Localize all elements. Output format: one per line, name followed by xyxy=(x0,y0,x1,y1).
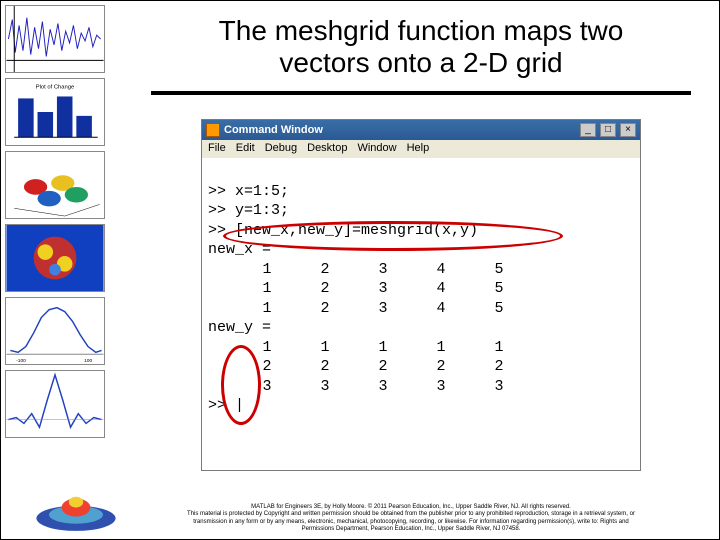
svg-text:-100: -100 xyxy=(16,358,26,364)
newy-label: new_y = xyxy=(208,319,271,336)
menu-edit[interactable]: Edit xyxy=(236,142,255,156)
title-underline xyxy=(151,91,691,95)
matlab-command-window: Command Window _ □ × File Edit Debug Des… xyxy=(201,119,641,471)
window-titlebar: Command Window _ □ × xyxy=(202,120,640,140)
cell: 3 xyxy=(354,377,412,397)
cell: 4 xyxy=(412,260,470,280)
copyright-footer: MATLAB for Engineers 3E, by Holly Moore.… xyxy=(131,504,691,533)
thumb-sinc-plot xyxy=(5,370,105,438)
footer-line-1: MATLAB for Engineers 3E, by Holly Moore.… xyxy=(131,504,691,511)
cell: 4 xyxy=(412,299,470,319)
menu-file[interactable]: File xyxy=(208,142,226,156)
thumb-3d-sombrero xyxy=(31,480,121,535)
cell: 2 xyxy=(354,357,412,377)
newy-matrix: 11111 22222 33333 xyxy=(238,338,634,397)
cell: 3 xyxy=(354,299,412,319)
cell: 5 xyxy=(470,299,528,319)
slide: Plot of Change xyxy=(0,0,720,540)
sidebar-thumbnails: Plot of Change xyxy=(5,5,115,438)
cell: 3 xyxy=(470,377,528,397)
cell: 1 xyxy=(238,260,296,280)
window-menubar: File Edit Debug Desktop Window Help xyxy=(202,140,640,158)
close-button[interactable]: × xyxy=(620,123,636,137)
menu-help[interactable]: Help xyxy=(407,142,430,156)
console-area[interactable]: >> x=1:5; >> y=1:3; >> [new_x,new_y]=mes… xyxy=(202,158,640,470)
thumb-line-plot: -100 100 xyxy=(5,297,105,365)
title-line-1: The meshgrid function maps two xyxy=(219,15,624,46)
slide-title: The meshgrid function maps two vectors o… xyxy=(141,15,701,79)
cell: 3 xyxy=(296,377,354,397)
cell: 2 xyxy=(412,357,470,377)
prompt: >> | xyxy=(208,397,244,414)
code-line-3: >> [new_x,new_y]=meshgrid(x,y) xyxy=(208,222,478,239)
cell: 3 xyxy=(354,279,412,299)
code-line-1: >> x=1:5; xyxy=(208,183,289,200)
cell: 1 xyxy=(238,279,296,299)
cell: 2 xyxy=(296,357,354,377)
title-line-2: vectors onto a 2-D grid xyxy=(279,47,562,78)
cell: 1 xyxy=(238,338,296,358)
matlab-icon xyxy=(206,123,220,137)
cell: 2 xyxy=(470,357,528,377)
menu-window[interactable]: Window xyxy=(357,142,396,156)
cell: 2 xyxy=(296,299,354,319)
cell: 3 xyxy=(238,377,296,397)
minimize-button[interactable]: _ xyxy=(580,123,596,137)
cell: 3 xyxy=(354,260,412,280)
thumb-bar-chart: Plot of Change xyxy=(5,78,105,146)
menu-debug[interactable]: Debug xyxy=(265,142,297,156)
cell: 5 xyxy=(470,260,528,280)
thumb-surface-plot xyxy=(5,151,105,219)
menu-desktop[interactable]: Desktop xyxy=(307,142,347,156)
footer-line-3: transmission in any form or by any means… xyxy=(131,519,691,526)
cell: 1 xyxy=(354,338,412,358)
cell: 1 xyxy=(296,338,354,358)
window-title: Command Window xyxy=(224,124,576,136)
cell: 1 xyxy=(470,338,528,358)
code-line-2: >> y=1:3; xyxy=(208,202,289,219)
cell: 3 xyxy=(412,377,470,397)
cell: 5 xyxy=(470,279,528,299)
svg-text:100: 100 xyxy=(84,358,92,364)
svg-text:Plot of Change: Plot of Change xyxy=(36,85,74,91)
cell: 2 xyxy=(238,357,296,377)
footer-line-4: Permissions Department, Pearson Educatio… xyxy=(131,526,691,533)
thumb-fractal-plot xyxy=(5,224,105,292)
cell: 2 xyxy=(296,260,354,280)
cell: 1 xyxy=(412,338,470,358)
cell: 1 xyxy=(238,299,296,319)
maximize-button[interactable]: □ xyxy=(600,123,616,137)
cell: 4 xyxy=(412,279,470,299)
cell: 2 xyxy=(296,279,354,299)
footer-line-2: This material is protected by Copyright … xyxy=(131,511,691,518)
thumb-signal-plot xyxy=(5,5,105,73)
newx-matrix: 12345 12345 12345 xyxy=(238,260,634,319)
newx-label: new_x = xyxy=(208,241,271,258)
